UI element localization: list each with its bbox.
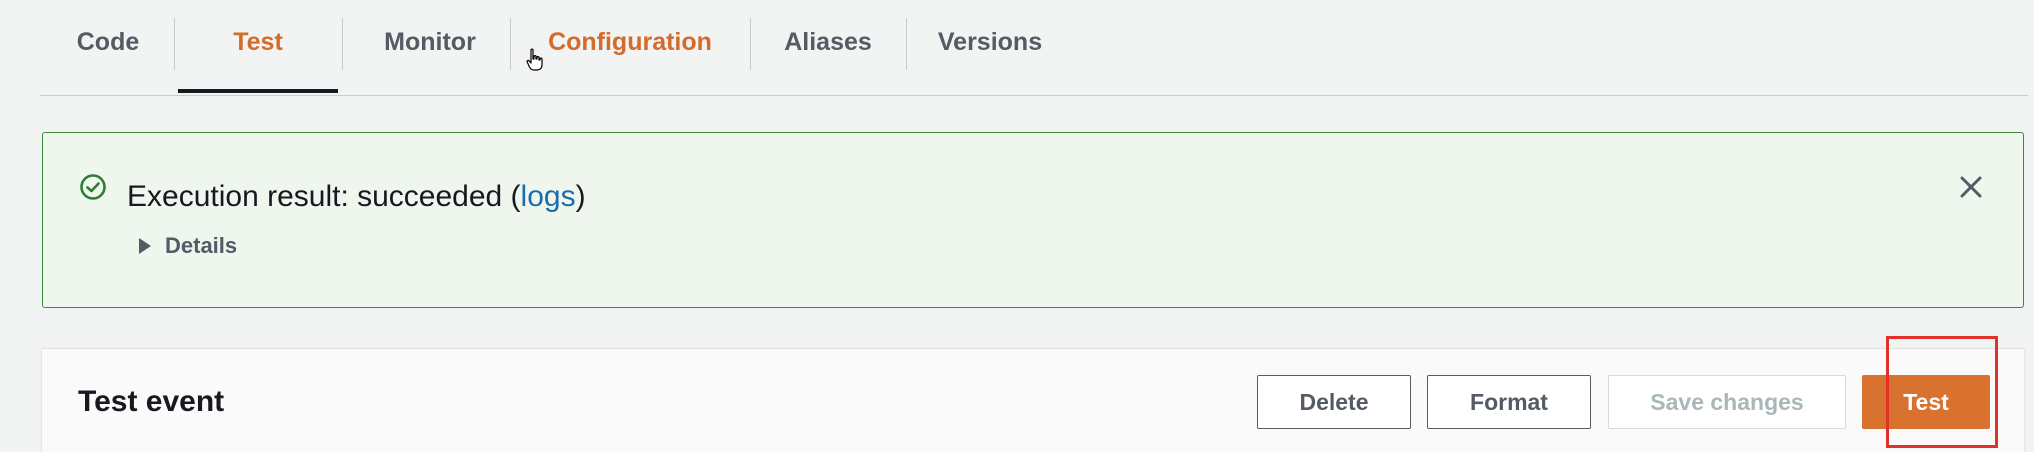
execution-result-message: Execution result: succeeded (logs) <box>127 180 586 214</box>
tab-separator <box>174 18 175 70</box>
tab-test[interactable]: Test <box>178 0 338 85</box>
test-event-panel: Test event Delete Format Save changes Te… <box>42 348 2024 452</box>
tab-monitor[interactable]: Monitor <box>350 0 510 85</box>
execution-result-suffix: ) <box>575 180 586 213</box>
tab-aliases[interactable]: Aliases <box>754 0 902 85</box>
execution-result-alert: Execution result: succeeded (logs) Detai… <box>42 132 2024 308</box>
tab-versions[interactable]: Versions <box>910 0 1070 85</box>
active-tab-indicator <box>178 89 338 93</box>
tab-separator <box>510 18 511 70</box>
lambda-function-page: Code Test Monitor Configuration Aliases … <box>0 0 2034 452</box>
delete-button[interactable]: Delete <box>1257 375 1411 429</box>
check-circle-icon <box>80 174 106 200</box>
tab-configuration[interactable]: Configuration <box>514 0 746 85</box>
tab-separator <box>342 18 343 70</box>
execution-result-text: Execution result: succeeded ( <box>127 180 521 213</box>
tab-bar: Code Test Monitor Configuration Aliases … <box>40 0 2028 96</box>
details-label: Details <box>165 233 238 258</box>
test-event-title: Test event <box>78 385 225 418</box>
caret-right-icon <box>139 238 151 254</box>
tab-separator <box>906 18 907 70</box>
hand-pointer-icon <box>526 48 543 71</box>
close-icon[interactable] <box>1955 171 1987 203</box>
annotation-highlight-box <box>1886 336 1998 448</box>
format-button[interactable]: Format <box>1427 375 1591 429</box>
logs-link[interactable]: logs <box>521 180 576 213</box>
details-expander[interactable]: Details <box>139 233 237 259</box>
save-changes-button[interactable]: Save changes <box>1608 375 1846 429</box>
tab-code[interactable]: Code <box>58 0 158 85</box>
tab-separator <box>750 18 751 70</box>
